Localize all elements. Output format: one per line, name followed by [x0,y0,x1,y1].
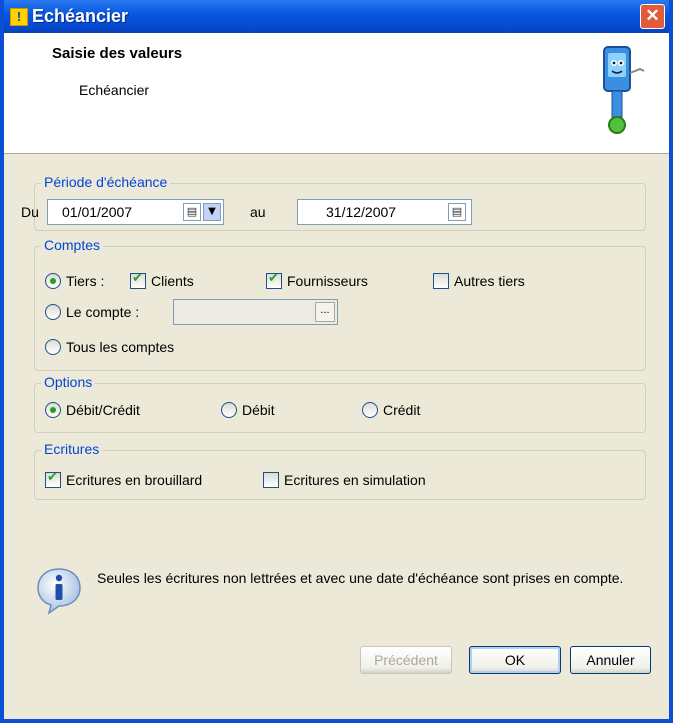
le-compte-radio[interactable] [45,304,61,320]
comptes-legend: Comptes [41,237,104,253]
info-message: Seules les écritures non lettrées et ave… [97,570,624,586]
app-icon: ! [10,8,28,26]
wizard-assistant-icon [603,46,645,134]
fournisseurs-checkbox[interactable] [266,271,282,289]
ok-button[interactable]: OK [469,646,561,674]
precedent-button[interactable]: Précédent [360,646,452,674]
annuler-button[interactable]: Annuler [570,646,651,674]
tiers-radio[interactable] [45,273,61,289]
calendar-icon[interactable]: ▤ [183,203,201,221]
close-button[interactable]: ✕ [640,4,665,29]
header-subtitle: Echéancier [79,82,150,98]
periode-group: Période d'échéance Du 01/01/2007 ▤ ▼ au … [21,174,646,231]
periode-legend: Période d'échéance [41,174,171,190]
comptes-group: Comptes Tiers : Clients Fournisseurs Aut… [34,237,646,371]
credit-radio[interactable] [362,402,378,418]
window-title: Echéancier [32,6,129,26]
date-to-field[interactable]: 31/12/2007 ▤ [297,199,472,225]
dialog-window: ! Echéancier ✕ Saisie des valeurs Echéan… [0,0,673,723]
credit-label[interactable]: Crédit [383,402,420,418]
close-icon: ✕ [645,6,660,25]
fournisseurs-label[interactable]: Fournisseurs [287,273,368,289]
info-icon [37,568,81,615]
options-group: Options Débit/Crédit Débit Crédit [34,374,646,433]
au-label: au [250,204,266,220]
debit-radio[interactable] [221,402,237,418]
du-label: Du [21,204,39,220]
clients-label[interactable]: Clients [151,273,194,289]
calendar-icon[interactable]: ▤ [448,203,466,221]
tous-comptes-label[interactable]: Tous les comptes [66,339,174,355]
date-from-field[interactable]: 01/01/2007 ▤ ▼ [47,199,224,225]
date-to-value: 31/12/2007 [326,204,397,220]
date-from-value: 01/01/2007 [62,204,133,220]
debit-credit-label[interactable]: Débit/Crédit [66,402,140,418]
header-title: Saisie des valeurs [52,45,183,62]
simulation-checkbox[interactable] [263,472,279,488]
autres-tiers-checkbox[interactable] [433,273,449,289]
simulation-label[interactable]: Ecritures en simulation [284,472,426,488]
title-bar[interactable]: ! Echéancier ✕ [4,0,669,33]
brouillard-label[interactable]: Ecritures en brouillard [66,472,202,488]
compte-field[interactable]: ... [173,299,338,325]
autres-tiers-label[interactable]: Autres tiers [454,273,525,289]
debit-credit-radio[interactable] [45,402,61,418]
debit-label[interactable]: Débit [242,402,275,418]
clients-checkbox[interactable] [130,271,146,289]
chevron-down-icon[interactable]: ▼ [203,203,221,221]
options-legend: Options [41,374,96,390]
le-compte-label[interactable]: Le compte : [66,304,139,320]
browse-button[interactable]: ... [315,302,335,322]
tous-comptes-radio[interactable] [45,339,61,355]
tiers-label[interactable]: Tiers : [66,273,104,289]
ecritures-group: Ecritures Ecritures en brouillard Ecritu… [34,441,646,500]
wizard-header: Saisie des valeurs Echéancier [4,33,669,154]
brouillard-checkbox[interactable] [45,470,61,488]
ecritures-legend: Ecritures [41,441,103,457]
